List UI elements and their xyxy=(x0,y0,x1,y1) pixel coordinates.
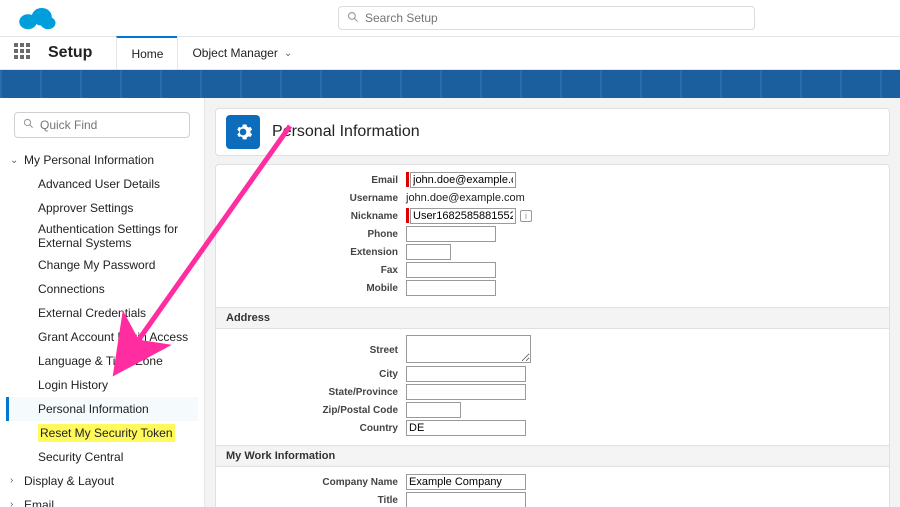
tree-item[interactable]: Authentication Settings for External Sys… xyxy=(6,220,198,253)
setup-label: Setup xyxy=(48,44,92,62)
tab-home[interactable]: Home xyxy=(116,36,177,70)
extension-input[interactable] xyxy=(406,244,451,260)
main-panel: Personal Information Email Usernamejohn.… xyxy=(205,98,900,507)
fax-input[interactable] xyxy=(406,262,496,278)
nickname-input[interactable] xyxy=(410,208,516,224)
field-username: Usernamejohn.doe@example.com xyxy=(216,189,889,207)
quick-find-input[interactable] xyxy=(40,118,195,132)
field-country: Country xyxy=(216,419,889,437)
gear-icon xyxy=(226,115,260,149)
mobile-input[interactable] xyxy=(406,280,496,296)
global-search-input[interactable] xyxy=(365,11,746,25)
info-icon[interactable]: i xyxy=(520,210,532,222)
zip-input[interactable] xyxy=(406,402,461,418)
chevron-right-icon: › xyxy=(10,473,24,488)
company-input[interactable] xyxy=(406,474,526,490)
street-input[interactable] xyxy=(406,335,531,363)
chevron-down-icon: ⌄ xyxy=(10,153,24,168)
tree-item-personal-information[interactable]: Personal Information xyxy=(6,397,198,421)
sidebar: ⌄My Personal Information Advanced User D… xyxy=(0,98,205,507)
chevron-right-icon: › xyxy=(10,497,24,507)
tree-item[interactable]: Login History xyxy=(6,373,198,397)
section-address: Address xyxy=(216,307,889,329)
navbar: Setup Home Object Manager⌄ xyxy=(0,36,900,70)
username-value: john.doe@example.com xyxy=(406,192,525,204)
tree-item[interactable]: Connections xyxy=(6,277,198,301)
field-title: Title xyxy=(216,491,889,507)
tree-item[interactable]: Change My Password xyxy=(6,253,198,277)
title-input[interactable] xyxy=(406,492,526,507)
field-mobile: Mobile xyxy=(216,279,889,297)
global-search[interactable] xyxy=(338,6,755,30)
tree-item-reset-security-token[interactable]: Reset My Security Token xyxy=(6,421,198,445)
city-input[interactable] xyxy=(406,366,526,382)
email-input[interactable] xyxy=(410,172,516,188)
field-city: City xyxy=(216,365,889,383)
field-extension: Extension xyxy=(216,243,889,261)
field-state: State/Province xyxy=(216,383,889,401)
blue-banner xyxy=(0,70,900,98)
phone-input[interactable] xyxy=(406,226,496,242)
tree-cat-personal-info[interactable]: ⌄My Personal Information xyxy=(6,148,198,172)
page-header: Personal Information xyxy=(215,108,890,156)
top-bar xyxy=(0,0,900,36)
tree-item[interactable]: Security Central xyxy=(6,445,198,469)
form-panel: Email Usernamejohn.doe@example.com Nickn… xyxy=(215,164,890,507)
tree-cat[interactable]: ›Email xyxy=(6,493,198,507)
field-fax: Fax xyxy=(216,261,889,279)
field-company: Company Name xyxy=(216,473,889,491)
search-icon xyxy=(23,118,34,132)
chevron-down-icon: ⌄ xyxy=(284,48,292,59)
field-email: Email xyxy=(216,171,889,189)
app-launcher-icon[interactable] xyxy=(14,43,34,63)
section-work: My Work Information xyxy=(216,445,889,467)
tab-object-manager[interactable]: Object Manager⌄ xyxy=(177,36,306,70)
field-zip: Zip/Postal Code xyxy=(216,401,889,419)
salesforce-logo-icon xyxy=(18,4,58,32)
tree-cat[interactable]: ›Display & Layout xyxy=(6,469,198,493)
quick-find[interactable] xyxy=(14,112,190,138)
tree-item[interactable]: Language & Time Zone xyxy=(6,349,198,373)
state-input[interactable] xyxy=(406,384,526,400)
tree-item[interactable]: Approver Settings xyxy=(6,196,198,220)
tree-item[interactable]: Grant Account Login Access xyxy=(6,325,198,349)
field-phone: Phone xyxy=(216,225,889,243)
field-street: Street xyxy=(216,335,889,365)
field-nickname: Nicknamei xyxy=(216,207,889,225)
tree-item[interactable]: External Credentials xyxy=(6,301,198,325)
country-input[interactable] xyxy=(406,420,526,436)
search-icon xyxy=(347,11,359,26)
nav-tree: ⌄My Personal Information Advanced User D… xyxy=(0,148,204,507)
page-title: Personal Information xyxy=(272,123,420,141)
tree-item[interactable]: Advanced User Details xyxy=(6,172,198,196)
